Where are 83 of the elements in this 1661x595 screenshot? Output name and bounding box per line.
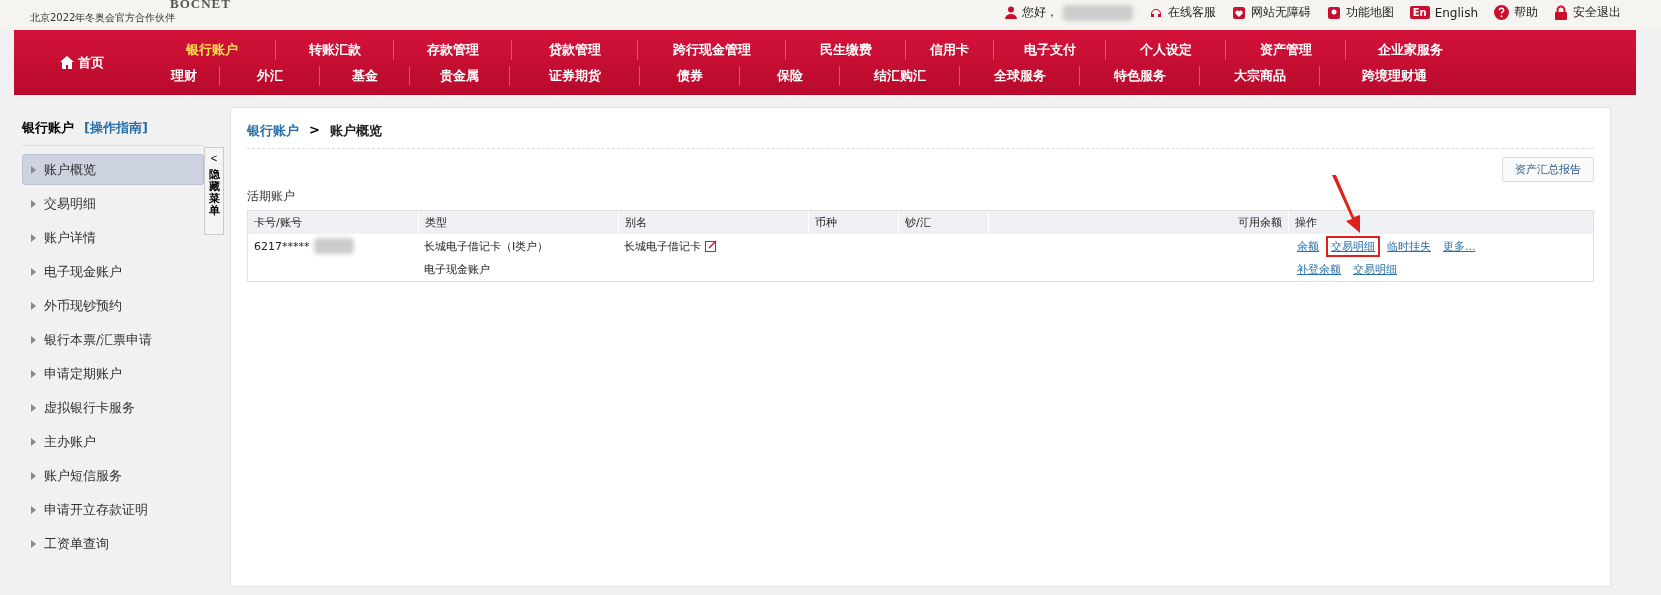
- nav-tab[interactable]: 银行账户: [149, 39, 275, 60]
- caret-icon: [31, 165, 36, 174]
- sidebar-item[interactable]: 账户短信服务: [22, 460, 204, 491]
- sidebar-item[interactable]: 账户详情: [22, 222, 204, 253]
- sidebar-item[interactable]: 虚拟银行卡服务: [22, 392, 204, 423]
- report-button[interactable]: 资产汇总报告: [1502, 157, 1594, 182]
- nav-tab[interactable]: 信用卡: [905, 39, 993, 60]
- header-link[interactable]: 安全退出: [1554, 4, 1621, 21]
- nav-tab[interactable]: 大宗商品: [1199, 65, 1319, 86]
- caret-icon: [31, 369, 36, 378]
- caret-icon: [31, 267, 36, 276]
- nav-tab[interactable]: 证券期货: [509, 65, 639, 86]
- nav-tab[interactable]: 保险: [739, 65, 839, 86]
- nav-tab[interactable]: 资产管理: [1225, 39, 1345, 60]
- caret-icon: [31, 199, 36, 208]
- nav-tab[interactable]: 个人设定: [1105, 39, 1225, 60]
- nav-tab[interactable]: 电子支付: [993, 39, 1105, 60]
- nav-tab[interactable]: 理财: [149, 65, 219, 86]
- sidebar-item[interactable]: 交易明细: [22, 188, 204, 219]
- caret-icon: [31, 335, 36, 344]
- sidebar-item[interactable]: 电子现金账户: [22, 256, 204, 287]
- action-link[interactable]: 交易明细: [1328, 237, 1378, 255]
- caret-icon: [31, 233, 36, 242]
- action-link[interactable]: 更多...: [1440, 237, 1479, 255]
- nav-tab[interactable]: 转账汇款: [275, 39, 393, 60]
- nav-tab[interactable]: 全球服务: [959, 65, 1079, 86]
- table-cell: 6217*****: [254, 239, 310, 253]
- action-link[interactable]: 余额: [1294, 237, 1322, 255]
- tagline: 北京2022年冬奥会官方合作伙伴: [30, 12, 177, 23]
- sidebar-item[interactable]: 申请开立存款证明: [22, 494, 204, 525]
- hide-menu-button[interactable]: < 隐藏菜单: [204, 147, 224, 235]
- nav-tab[interactable]: 企业家服务: [1345, 39, 1475, 60]
- nav-tab[interactable]: 特色服务: [1079, 65, 1199, 86]
- sidebar-item[interactable]: 工资单查询: [22, 528, 204, 559]
- breadcrumb-current: 账户概览: [329, 122, 382, 140]
- sidebar-item[interactable]: 银行本票/汇票申请: [22, 324, 204, 355]
- sidebar-item[interactable]: 主办账户: [22, 426, 204, 457]
- nav-tab[interactable]: 贵金属: [409, 65, 509, 86]
- edit-icon[interactable]: [705, 240, 717, 252]
- nav-tab[interactable]: 债券: [639, 65, 739, 86]
- sidebar-item[interactable]: 申请定期账户: [22, 358, 204, 389]
- user-icon: [1004, 6, 1017, 19]
- caret-icon: [31, 539, 36, 548]
- blurred-number: [313, 238, 354, 254]
- header-link[interactable]: 网站无障碍: [1231, 4, 1311, 21]
- nav-tab[interactable]: 跨行现金管理: [637, 39, 785, 60]
- nav-tab[interactable]: 跨境理财通: [1319, 65, 1469, 86]
- caret-icon: [31, 505, 36, 514]
- header-link[interactable]: 在线客服: [1148, 4, 1216, 21]
- caret-icon: [31, 403, 36, 412]
- help-icon: [1494, 5, 1509, 20]
- action-link[interactable]: 交易明细: [1350, 261, 1400, 278]
- nav-tab[interactable]: 民生缴费: [785, 39, 905, 60]
- brand-name: BOCNET: [170, 0, 231, 12]
- lock-icon: [1554, 5, 1568, 20]
- home-link[interactable]: 首页: [14, 53, 149, 72]
- caret-icon: [31, 437, 36, 446]
- breadcrumb-separator: >: [309, 122, 320, 139]
- nav-tab[interactable]: 贷款管理: [511, 39, 637, 60]
- blurred-username: [1062, 4, 1133, 21]
- header-link[interactable]: 功能地图: [1326, 4, 1394, 21]
- caret-icon: [31, 471, 36, 480]
- action-link[interactable]: 补登余额: [1294, 261, 1344, 278]
- nav-tab[interactable]: 基金: [319, 65, 409, 86]
- nav-tab[interactable]: 结汇购汇: [839, 65, 959, 86]
- column-header: 卡号/账号: [253, 215, 303, 231]
- guide-link[interactable]: [操作指南]: [84, 119, 148, 137]
- section-title: 活期账户: [247, 188, 296, 205]
- breadcrumb-link[interactable]: 银行账户: [247, 122, 299, 140]
- greeting: 您好，: [1021, 4, 1058, 21]
- header-link[interactable]: En English: [1409, 5, 1478, 20]
- sidebar-item[interactable]: 外币现钞预约: [22, 290, 204, 321]
- sidebar-item[interactable]: 账户概览: [22, 154, 204, 185]
- table-cell: 长城电子借记卡: [624, 238, 701, 254]
- nav-tab[interactable]: 存款管理: [393, 39, 511, 60]
- home-icon: [59, 56, 74, 69]
- caret-icon: [31, 301, 36, 310]
- header-link[interactable]: 帮助: [1494, 4, 1538, 21]
- sidebar-title: 银行账户: [22, 119, 74, 137]
- table-cell: 长城电子借记卡（Ⅰ类户）: [424, 238, 549, 254]
- table-cell: 电子现金账户: [424, 262, 490, 277]
- nav-tab[interactable]: 外汇: [219, 65, 319, 86]
- action-link[interactable]: 临时挂失: [1384, 237, 1434, 255]
